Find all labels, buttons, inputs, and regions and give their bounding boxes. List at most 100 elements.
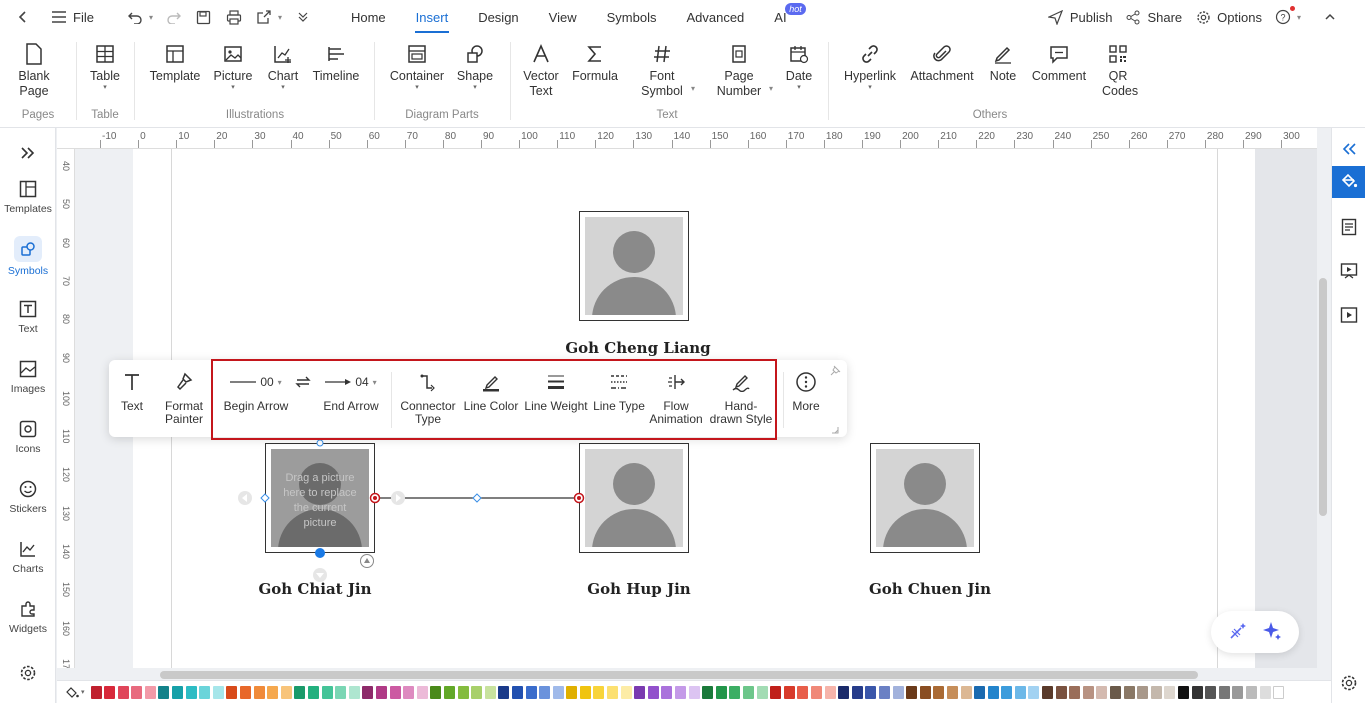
color-swatch[interactable] xyxy=(253,685,265,699)
color-swatch[interactable] xyxy=(783,685,795,699)
color-swatch[interactable] xyxy=(457,685,469,699)
timeline-button[interactable]: Timeline xyxy=(310,42,362,84)
sidebar-item-icons[interactable]: Icons xyxy=(0,418,56,455)
publish-button[interactable]: Publish xyxy=(1041,4,1119,30)
color-swatch[interactable] xyxy=(607,685,619,699)
color-swatch[interactable] xyxy=(240,685,252,699)
color-swatch[interactable] xyxy=(212,685,224,699)
color-swatch[interactable] xyxy=(647,685,659,699)
horizontal-scrollbar[interactable] xyxy=(160,671,1198,679)
redo-button[interactable] xyxy=(159,4,189,30)
color-swatch[interactable] xyxy=(552,685,564,699)
color-swatch[interactable] xyxy=(471,685,483,699)
color-swatch[interactable] xyxy=(416,685,428,699)
color-swatch[interactable] xyxy=(158,685,170,699)
color-swatch[interactable] xyxy=(144,685,156,699)
color-swatch[interactable] xyxy=(1191,685,1203,699)
save-button[interactable] xyxy=(189,4,219,30)
color-swatch[interactable] xyxy=(675,685,687,699)
sidebar-item-images[interactable]: Images xyxy=(0,358,56,395)
tab-view[interactable]: View xyxy=(534,0,592,34)
color-swatch[interactable] xyxy=(117,685,129,699)
color-swatch[interactable] xyxy=(335,685,347,699)
connector-type-button[interactable]: Connector Type xyxy=(399,370,457,426)
fill-bucket-icon[interactable]: ▾ xyxy=(65,685,85,699)
format-painter-button[interactable]: Format Painter xyxy=(163,370,205,426)
vector-text-button[interactable]: Vector Text xyxy=(520,42,562,99)
hand-drawn-style-button[interactable]: Hand-drawn Style xyxy=(709,370,773,426)
palette-settings-button[interactable] xyxy=(1332,668,1365,700)
resize-grip[interactable] xyxy=(831,423,839,437)
color-swatch[interactable] xyxy=(294,685,306,699)
color-swatch[interactable] xyxy=(566,685,578,699)
color-swatch[interactable] xyxy=(172,685,184,699)
color-swatch[interactable] xyxy=(906,685,918,699)
page-number-button[interactable]: Page Number xyxy=(712,42,766,99)
color-swatch[interactable] xyxy=(226,685,238,699)
color-swatch[interactable] xyxy=(987,685,999,699)
color-swatch[interactable] xyxy=(443,685,455,699)
chart-button[interactable]: Chart ▾ xyxy=(264,42,302,92)
color-swatch[interactable] xyxy=(1028,685,1040,699)
collapse-ribbon-button[interactable] xyxy=(1315,4,1345,30)
color-swatch[interactable] xyxy=(851,685,863,699)
font-symbol-button[interactable]: Font Symbol xyxy=(636,42,688,99)
color-swatch[interactable] xyxy=(974,685,986,699)
print-button[interactable] xyxy=(219,4,249,30)
comment-button[interactable]: Comment xyxy=(1030,42,1088,84)
color-swatch[interactable] xyxy=(1273,685,1285,699)
color-swatch[interactable] xyxy=(1123,685,1135,699)
color-swatch[interactable] xyxy=(1178,685,1190,699)
picture-button[interactable]: Picture ▾ xyxy=(212,42,254,92)
tab-insert[interactable]: Insert xyxy=(401,0,464,34)
line-weight-button[interactable]: Line Weight xyxy=(523,370,589,413)
tab-symbols[interactable]: Symbols xyxy=(592,0,672,34)
export-button[interactable]: ▾ xyxy=(249,4,288,30)
color-swatch[interactable] xyxy=(1205,685,1217,699)
color-swatch[interactable] xyxy=(634,685,646,699)
color-swatch[interactable] xyxy=(810,685,822,699)
sidebar-item-symbols[interactable]: Symbols xyxy=(0,236,56,277)
back-button[interactable] xyxy=(8,4,38,30)
line-color-button[interactable]: Line Color xyxy=(463,370,519,413)
formula-button[interactable]: Formula xyxy=(570,42,620,84)
ai-magic-wand-icon[interactable] xyxy=(1228,621,1248,644)
ai-sparkle-icon[interactable] xyxy=(1261,620,1283,645)
color-swatch[interactable] xyxy=(375,685,387,699)
color-swatch[interactable] xyxy=(743,685,755,699)
color-swatch[interactable] xyxy=(1069,685,1081,699)
attachment-button[interactable]: Attachment xyxy=(908,42,976,84)
blank-page-button[interactable]: Blank Page xyxy=(14,42,54,99)
sidebar-item-stickers[interactable]: Stickers xyxy=(0,478,56,515)
color-swatch[interactable] xyxy=(430,685,442,699)
format-panel-button[interactable] xyxy=(1332,166,1365,198)
tab-design[interactable]: Design xyxy=(463,0,533,34)
shape-button[interactable]: Shape ▾ xyxy=(454,42,496,92)
color-swatch[interactable] xyxy=(865,685,877,699)
page-panel-button[interactable] xyxy=(1332,212,1365,244)
swap-arrows-button[interactable] xyxy=(293,370,313,400)
color-swatch[interactable] xyxy=(185,685,197,699)
color-swatch[interactable] xyxy=(308,685,320,699)
color-swatch[interactable] xyxy=(1164,685,1176,699)
color-swatch[interactable] xyxy=(620,685,632,699)
pin-toolbar-button[interactable] xyxy=(830,365,841,379)
color-swatch[interactable] xyxy=(267,685,279,699)
color-swatch[interactable] xyxy=(90,685,102,699)
sidebar-item-widgets[interactable]: Widgets xyxy=(0,598,56,635)
color-swatch[interactable] xyxy=(1232,685,1244,699)
vertical-scrollbar[interactable] xyxy=(1319,278,1327,516)
template-button[interactable]: Template xyxy=(148,42,202,84)
file-menu-button[interactable]: File xyxy=(44,4,100,30)
color-swatch[interactable] xyxy=(838,685,850,699)
options-button[interactable]: Options xyxy=(1188,4,1268,30)
color-swatch[interactable] xyxy=(729,685,741,699)
settings-button[interactable] xyxy=(0,662,56,687)
color-swatch[interactable] xyxy=(280,685,292,699)
help-button[interactable]: ? ▾ xyxy=(1268,4,1307,30)
color-swatch[interactable] xyxy=(199,685,211,699)
color-swatch[interactable] xyxy=(756,685,768,699)
color-swatch[interactable] xyxy=(484,685,496,699)
color-swatch[interactable] xyxy=(824,685,836,699)
color-swatch[interactable] xyxy=(702,685,714,699)
